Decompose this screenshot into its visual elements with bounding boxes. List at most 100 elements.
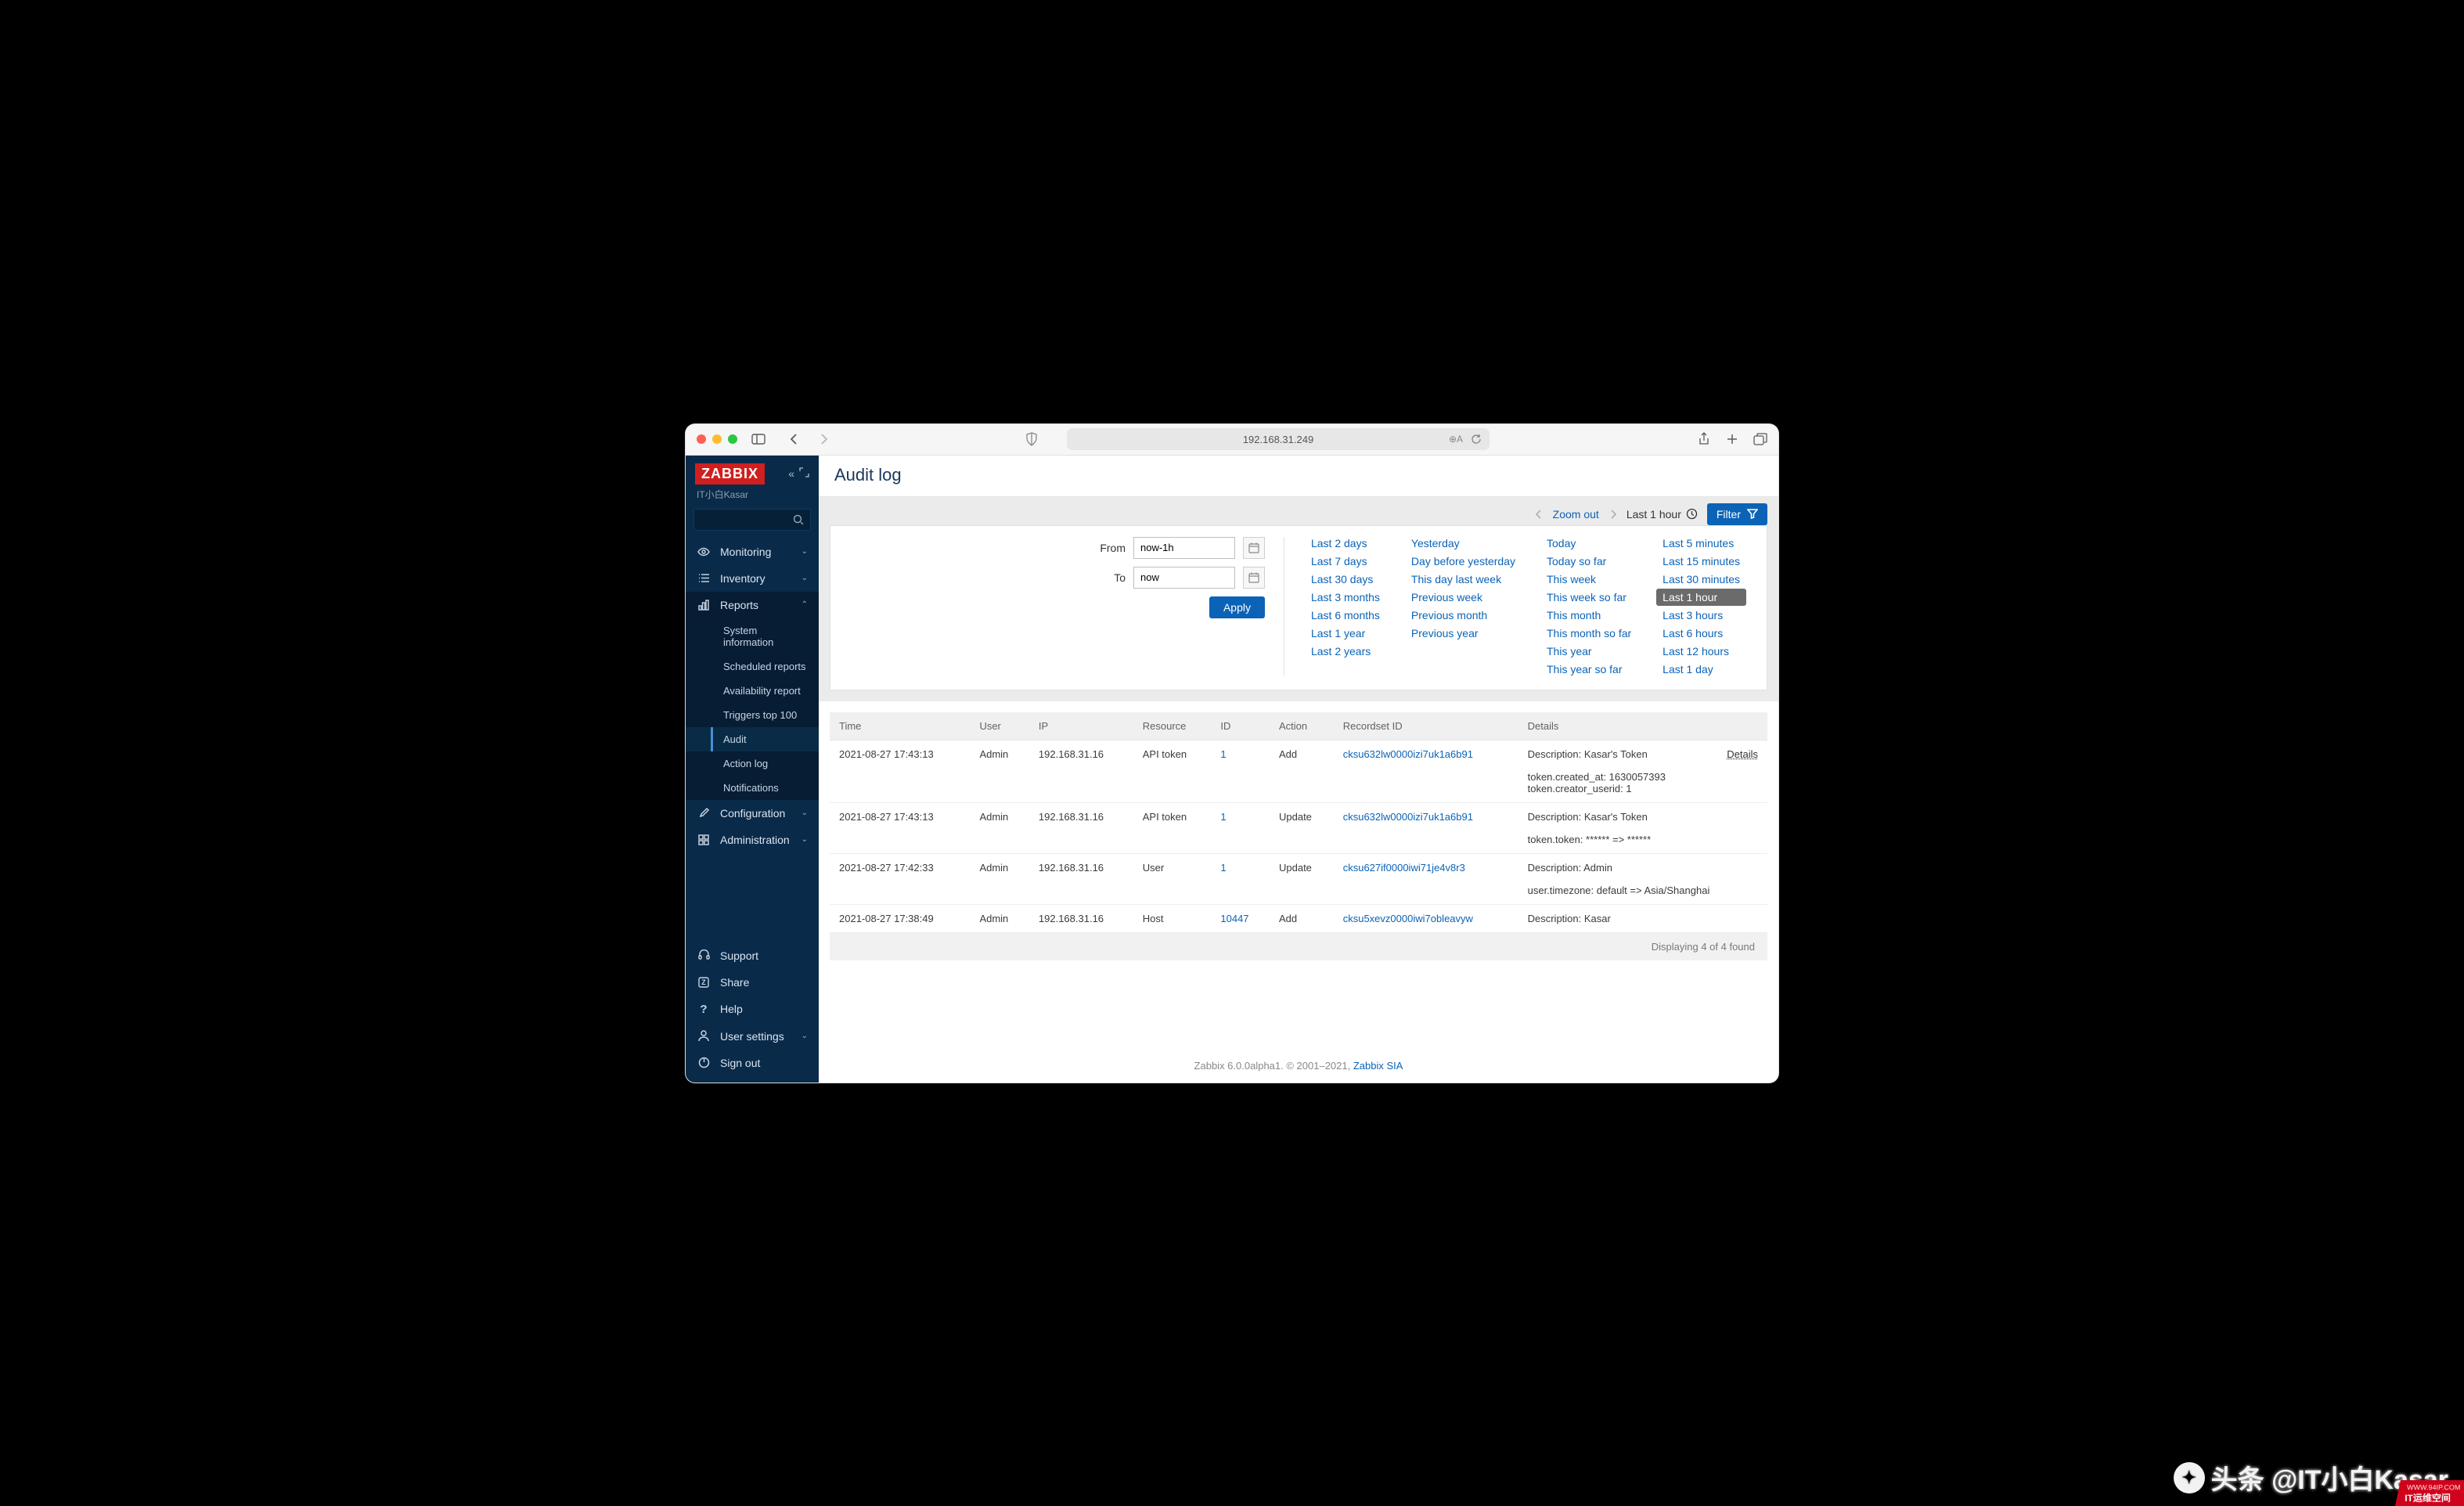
- quick-range-link[interactable]: Today so far: [1547, 555, 1631, 567]
- quick-range-link[interactable]: Last 30 days: [1311, 573, 1380, 585]
- sub-availability-report[interactable]: Availability report: [686, 679, 819, 703]
- sidebar-toggle-icon[interactable]: [751, 432, 765, 446]
- from-input[interactable]: [1133, 537, 1235, 559]
- details-link[interactable]: Details: [1727, 748, 1758, 760]
- cell-time: 2021-08-27 17:42:33: [830, 853, 970, 904]
- nav-configuration[interactable]: Configuration⌄: [686, 800, 819, 827]
- quick-range-link[interactable]: Last 2 days: [1311, 537, 1380, 549]
- inventory-icon: [697, 573, 711, 583]
- sub-audit[interactable]: Audit: [686, 727, 819, 751]
- quick-range-link[interactable]: Last 6 hours: [1662, 627, 1740, 640]
- help-icon: ?: [697, 1003, 711, 1016]
- nav-monitoring[interactable]: Monitoring⌄: [686, 539, 819, 565]
- quick-range-link[interactable]: This month: [1547, 609, 1631, 621]
- new-tab-icon[interactable]: [1725, 432, 1739, 446]
- quick-range-link[interactable]: Previous year: [1411, 627, 1515, 640]
- back-button[interactable]: [786, 432, 800, 446]
- quick-range-link[interactable]: Previous week: [1411, 591, 1515, 603]
- quick-range-link[interactable]: Last 12 hours: [1662, 645, 1740, 658]
- tabs-overview-icon[interactable]: [1753, 432, 1767, 446]
- cell-ip: 192.168.31.16: [1029, 853, 1133, 904]
- filter-button[interactable]: Filter: [1707, 503, 1767, 525]
- time-range-toggle[interactable]: Last 1 hour: [1626, 508, 1698, 521]
- close-window-button[interactable]: [697, 434, 706, 444]
- to-calendar-button[interactable]: [1243, 567, 1265, 589]
- id-link[interactable]: 1: [1220, 748, 1226, 760]
- quick-range-link[interactable]: Last 6 months: [1311, 609, 1380, 621]
- th-action[interactable]: Action: [1270, 712, 1334, 740]
- browser-window: 192.168.31.249 ⊕A ZABBIX « IT小白Kasar: [686, 424, 1778, 1083]
- quick-range-link[interactable]: Yesterday: [1411, 537, 1515, 549]
- nav-support[interactable]: Support: [686, 942, 819, 969]
- th-id[interactable]: ID: [1211, 712, 1270, 740]
- from-calendar-button[interactable]: [1243, 537, 1265, 559]
- quick-range-link[interactable]: Today: [1547, 537, 1631, 549]
- quick-range-link[interactable]: This week: [1547, 573, 1631, 585]
- quick-range-link[interactable]: Last 1 hour: [1656, 589, 1746, 606]
- maximize-window-button[interactable]: [728, 434, 737, 444]
- nav-sign-out[interactable]: Sign out: [686, 1050, 819, 1076]
- quick-range-link[interactable]: This week so far: [1547, 591, 1631, 603]
- zabbix-logo[interactable]: ZABBIX: [695, 463, 765, 485]
- quick-range-link[interactable]: Last 5 minutes: [1662, 537, 1740, 549]
- to-input[interactable]: [1133, 567, 1235, 589]
- translate-icon[interactable]: ⊕A: [1449, 434, 1463, 445]
- quick-range-link[interactable]: Last 1 day: [1662, 663, 1740, 676]
- search-input[interactable]: [693, 509, 811, 531]
- nav-share[interactable]: ZShare: [686, 969, 819, 996]
- quick-range-link[interactable]: Last 3 hours: [1662, 609, 1740, 621]
- id-link[interactable]: 1: [1220, 862, 1226, 874]
- sub-notifications[interactable]: Notifications: [686, 776, 819, 800]
- nav-inventory[interactable]: Inventory⌄: [686, 565, 819, 592]
- time-next-icon[interactable]: [1610, 509, 1617, 520]
- quick-range-link[interactable]: This year so far: [1547, 663, 1631, 676]
- quick-range-link[interactable]: Last 30 minutes: [1662, 573, 1740, 585]
- address-bar[interactable]: 192.168.31.249 ⊕A: [1067, 428, 1490, 450]
- search-icon: [793, 514, 804, 525]
- quick-range-link[interactable]: This month so far: [1547, 627, 1631, 640]
- collapse-sidebar-icon[interactable]: «: [788, 467, 794, 480]
- minimize-window-button[interactable]: [712, 434, 722, 444]
- zoom-out-button[interactable]: Zoom out: [1553, 508, 1599, 521]
- quick-range-link[interactable]: Last 3 months: [1311, 591, 1380, 603]
- apply-button[interactable]: Apply: [1209, 596, 1265, 618]
- forward-button[interactable]: [817, 432, 831, 446]
- nav-reports[interactable]: Reports⌃: [686, 592, 819, 618]
- th-recordset[interactable]: Recordset ID: [1334, 712, 1518, 740]
- time-prev-icon[interactable]: [1535, 509, 1542, 520]
- recordset-link[interactable]: cksu627if0000iwi71je4v8r3: [1343, 862, 1465, 874]
- sub-triggers-top-100[interactable]: Triggers top 100: [686, 703, 819, 727]
- recordset-link[interactable]: cksu5xevz0000iwi7obleavyw: [1343, 913, 1473, 924]
- nav-help[interactable]: ?Help: [686, 996, 819, 1023]
- cell-time: 2021-08-27 17:43:13: [830, 740, 970, 802]
- th-resource[interactable]: Resource: [1133, 712, 1212, 740]
- sub-scheduled-reports[interactable]: Scheduled reports: [686, 654, 819, 679]
- quick-range-link[interactable]: Last 7 days: [1311, 555, 1380, 567]
- quick-range-link[interactable]: Last 15 minutes: [1662, 555, 1740, 567]
- expand-sidebar-icon[interactable]: [799, 467, 809, 480]
- quick-range-link[interactable]: This year: [1547, 645, 1631, 658]
- sub-action-log[interactable]: Action log: [686, 751, 819, 776]
- id-link[interactable]: 10447: [1220, 913, 1248, 924]
- nav-administration[interactable]: Administration⌄: [686, 827, 819, 853]
- quick-range-link[interactable]: Previous month: [1411, 609, 1515, 621]
- quick-range-link[interactable]: Day before yesterday: [1411, 555, 1515, 567]
- filter-panel: From To Apply Last 2 daysLast 7 daysLast…: [830, 525, 1767, 690]
- th-user[interactable]: User: [970, 712, 1028, 740]
- nav-user-settings[interactable]: User settings⌄: [686, 1023, 819, 1050]
- quick-range-link[interactable]: Last 2 years: [1311, 645, 1380, 658]
- privacy-shield-icon[interactable]: [1025, 432, 1039, 446]
- sub-system-information[interactable]: System information: [686, 618, 819, 654]
- recordset-link[interactable]: cksu632lw0000izi7uk1a6b91: [1343, 748, 1473, 760]
- zabbix-sia-link[interactable]: Zabbix SIA: [1353, 1060, 1403, 1072]
- th-ip[interactable]: IP: [1029, 712, 1133, 740]
- quick-range-link[interactable]: Last 1 year: [1311, 627, 1380, 640]
- share-icon[interactable]: [1697, 432, 1711, 446]
- th-time[interactable]: Time: [830, 712, 970, 740]
- reload-icon[interactable]: [1471, 434, 1482, 445]
- recordset-link[interactable]: cksu632lw0000izi7uk1a6b91: [1343, 811, 1473, 823]
- th-details[interactable]: Details: [1518, 712, 1767, 740]
- sidebar: ZABBIX « IT小白Kasar Monitoring⌄: [686, 456, 819, 1083]
- quick-range-link[interactable]: This day last week: [1411, 573, 1515, 585]
- id-link[interactable]: 1: [1220, 811, 1226, 823]
